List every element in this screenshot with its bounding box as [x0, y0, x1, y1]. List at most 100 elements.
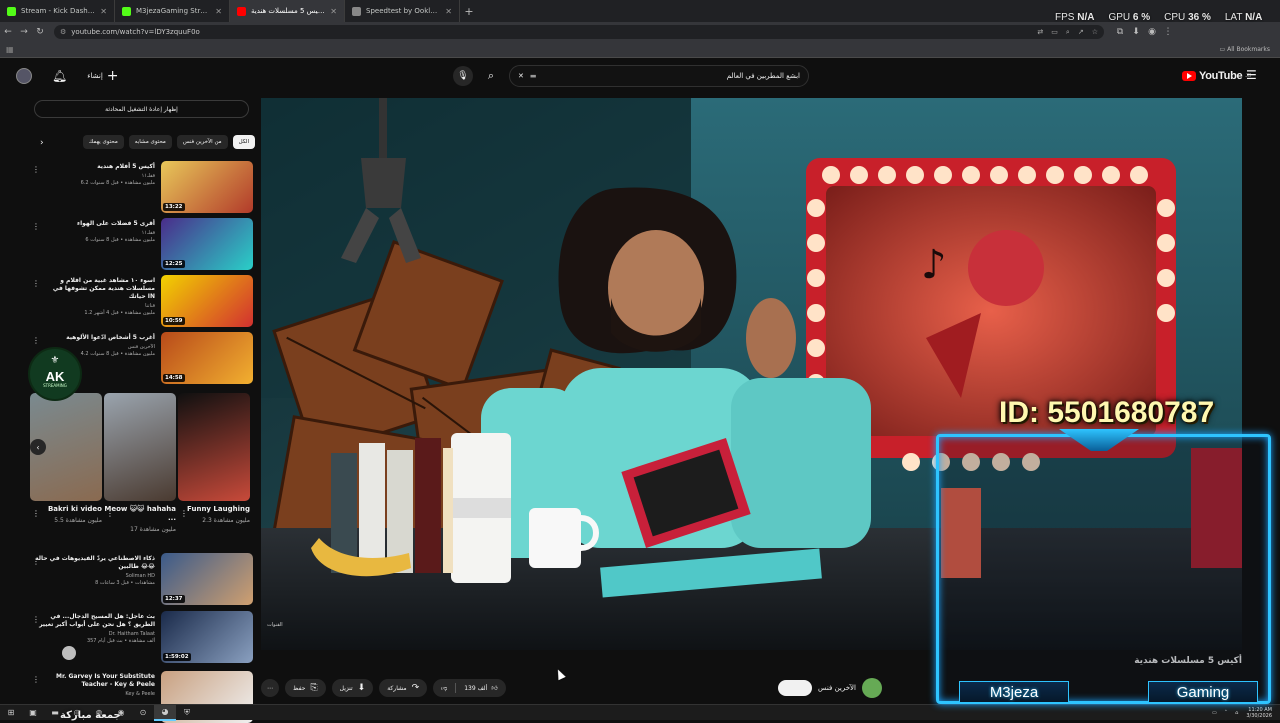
back-icon[interactable]: ← [0, 27, 16, 37]
clear-search-icon[interactable]: ✕ [518, 72, 524, 80]
close-tab-icon[interactable]: ✕ [445, 7, 452, 16]
close-tab-icon[interactable]: ✕ [330, 7, 337, 16]
channel-name[interactable]: قناتنا [35, 303, 155, 309]
recommended-video[interactable]: 12:37 ذكاء الاصطناعي يردّ الفيديوهات في ح… [32, 553, 253, 605]
browser-tab[interactable]: M3jezaGaming Stream - Watch ✕ [115, 0, 230, 22]
more-options-icon[interactable]: ⋮ [106, 509, 114, 518]
webcam-frame: M3jeza Gaming [936, 429, 1271, 704]
video-title[interactable]: أغرب 5 أشخاص ادّعوا الألوهية [35, 334, 155, 342]
recommended-video[interactable]: 13:22 أكيس 5 أفلام هندية قفلـ١١ 6.2 مليون م… [32, 161, 253, 213]
cast-icon[interactable]: ▭ [1051, 28, 1058, 37]
show-chat-replay-button[interactable]: إظهار إعادة التشغيل المحادثة [34, 100, 249, 118]
browser-tab[interactable]: أكيس 5 مسلسلات هندية - ye ✕ [230, 0, 345, 22]
more-options-icon[interactable]: ⋮ [32, 279, 40, 288]
download-button[interactable]: تنزيل ⬇ [331, 679, 374, 697]
zoom-icon[interactable]: ⌕ [1066, 28, 1070, 37]
avatar[interactable] [16, 68, 32, 84]
short-thumbnail[interactable] [178, 393, 250, 501]
forward-icon[interactable]: → [16, 27, 32, 37]
filter-chip[interactable]: محتوى مشابه [128, 135, 172, 149]
video-title[interactable]: اسوء ١٠ مشاهد غبية من افلام و مسلسلات هن… [35, 277, 155, 301]
video-thumbnail[interactable]: 14:58 [161, 332, 253, 384]
youtube-logo[interactable]: YouTube JO [1182, 70, 1251, 82]
close-tab-icon[interactable]: ✕ [100, 7, 107, 16]
recommended-video[interactable]: 12:25 أقرى 5 فضلات على الهواء قفلـ١١ 6 مليو… [32, 218, 253, 270]
channel-name[interactable]: قفلـ١١ [35, 230, 155, 236]
hamburger-menu-icon[interactable]: ☰ [1246, 68, 1257, 82]
subscribe-button[interactable] [777, 680, 812, 696]
channel-name[interactable]: Dr. Haitham Talaat [35, 631, 155, 637]
channel-name[interactable]: قفلـ١١ [35, 173, 155, 179]
task-view-icon[interactable]: ▣ [22, 705, 44, 721]
share-page-icon[interactable]: ↗ [1078, 28, 1084, 37]
share-button[interactable]: مشاركة ↷ [379, 679, 428, 697]
chrome-icon[interactable]: ◕ [154, 704, 176, 721]
video-thumbnail[interactable]: 12:25 [161, 218, 253, 270]
video-thumbnail[interactable]: 1:59:02 [161, 611, 253, 663]
clock-time: 11:20 AM [1248, 706, 1272, 713]
more-options-icon[interactable]: ⋮ [32, 675, 40, 684]
short-info[interactable]: Funny Laughing 2.3 مليون مشاهدة ⋮ [178, 505, 250, 524]
apps-icon[interactable]: ▦ [6, 45, 14, 54]
shield-icon[interactable]: ⛨ [176, 705, 198, 721]
keyboard-icon[interactable]: ▬ [530, 72, 537, 80]
channel-name[interactable]: Soliman HD [35, 573, 155, 579]
more-options-icon[interactable]: ⋮ [32, 336, 40, 345]
more-options-icon[interactable]: ⋮ [180, 509, 188, 518]
video-thumbnail[interactable]: 13:22 [161, 161, 253, 213]
tray-chevron-icon[interactable]: ˄ [1225, 710, 1228, 716]
video-title[interactable]: ذكاء الاصطناعي يردّ الفيديوهات في حالة ط… [35, 555, 155, 571]
display-icon[interactable]: ▭ [1212, 710, 1217, 716]
site-info-icon[interactable]: ⚙ [60, 28, 66, 36]
address-bar[interactable]: ⚙ youtube.com/watch?v=lDY3zquuF0o ⇄ ▭ ⌕ … [54, 25, 1104, 39]
clock[interactable]: 11:20 AM 3/30/2026 [1246, 707, 1272, 719]
voice-search-icon[interactable]: 🎙︎ [453, 66, 473, 86]
filter-chip[interactable]: محتوى يهمك [82, 135, 124, 149]
more-options-icon[interactable]: ⋮ [32, 165, 40, 174]
like-button[interactable]: 139 ألف 👍︎ [456, 679, 505, 697]
reload-icon[interactable]: ↻ [32, 27, 48, 37]
video-thumbnail[interactable]: 10:59 [161, 275, 253, 327]
create-button[interactable]: إنشاء + [87, 68, 118, 84]
bookmark-star-icon[interactable]: ☆ [1092, 28, 1098, 37]
more-options-icon[interactable]: ⋮ [32, 222, 40, 231]
channel-name[interactable]: الآخرين فنس [818, 684, 856, 692]
dislike-button[interactable]: 👎︎ [433, 679, 455, 697]
new-tab-icon[interactable]: + [460, 5, 478, 18]
browser-tab[interactable]: Stream - Kick Dashboard ✕ [0, 0, 115, 22]
youtube-logo-text: YouTube [1199, 70, 1243, 82]
translate-icon[interactable]: ⇄ [1037, 28, 1043, 37]
browser-tab[interactable]: Speedtest by Ookla - The Glob ✕ [345, 0, 460, 22]
channel-avatar[interactable] [862, 678, 882, 698]
network-icon[interactable]: ⌂ [1235, 710, 1238, 716]
save-button[interactable]: حفظ ⎘ [285, 679, 326, 697]
recommended-video[interactable]: 10:59 اسوء ١٠ مشاهد غبية من افلام و مسلسل… [32, 275, 253, 327]
video-title[interactable]: بث عاجل: هل المسيح الدجال... في الطريق ؟… [35, 613, 155, 629]
notifications-bell-icon[interactable]: 🔔︎ [52, 69, 67, 83]
close-tab-icon[interactable]: ✕ [215, 7, 222, 16]
video-title[interactable]: Mr. Garvey Is Your Substitute Teacher - … [35, 673, 155, 689]
profile-icon[interactable]: ◉ [1144, 27, 1160, 37]
browser-menu-icon[interactable]: ⋮ [1160, 27, 1176, 37]
shorts-prev-arrow-icon[interactable]: ‹ [30, 439, 46, 455]
search-icon[interactable]: ⌕ [481, 69, 501, 83]
start-icon[interactable]: ⊞ [0, 705, 22, 721]
filter-chip[interactable]: الكل [232, 135, 255, 149]
channel-name[interactable]: Key & Peele [35, 691, 155, 697]
extensions-icon[interactable]: ⧉ [1112, 27, 1128, 37]
more-options-icon[interactable]: ⋮ [32, 509, 40, 518]
all-bookmarks-button[interactable]: ▭ All Bookmarks [1220, 46, 1270, 53]
more-options-icon[interactable]: ⋮ [32, 557, 40, 566]
video-thumbnail[interactable]: 12:37 [161, 553, 253, 605]
obs-icon[interactable]: ⊙ [132, 705, 154, 721]
more-actions-button[interactable]: ⋯ [261, 679, 279, 697]
short-thumbnail[interactable] [104, 393, 176, 501]
video-title[interactable]: أقرى 5 فضلات على الهواء [35, 220, 155, 228]
filter-chip[interactable]: من الآخرين فنس [176, 135, 228, 149]
video-title[interactable]: أكيس 5 أفلام هندية [35, 163, 155, 171]
more-options-icon[interactable]: ⋮ [32, 615, 40, 624]
search-input[interactable]: ✕ ▬ ابشع المطربين في العالم [509, 65, 809, 87]
downloads-icon[interactable]: ⬇ [1128, 27, 1144, 37]
short-info[interactable]: Meow 😺😺 hahaha ... 17 مليون مشاهدة ⋮ [104, 505, 176, 533]
short-info[interactable]: Bakri ki video 5.5 مليون مشاهدة ⋮ [30, 505, 102, 524]
